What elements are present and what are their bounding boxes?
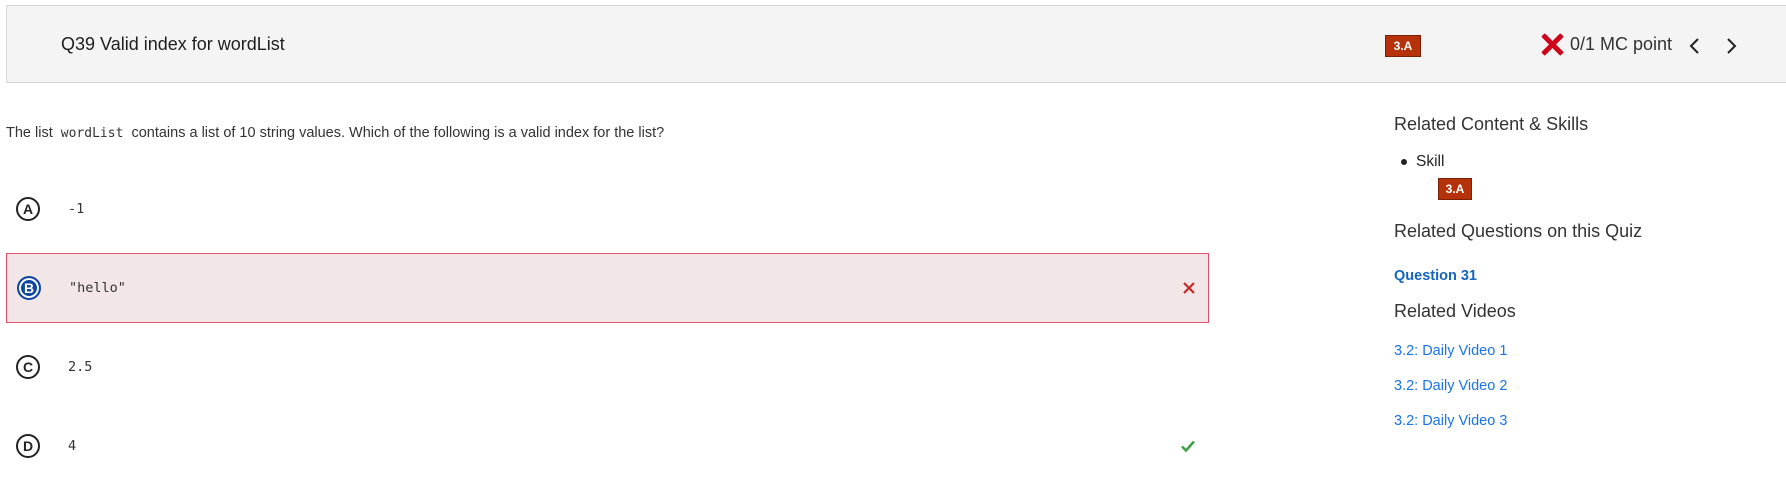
question-header: Q39 Valid index for wordList 3.A 0/1 MC …: [6, 5, 1786, 83]
answer-choice-c[interactable]: C 2.5: [6, 332, 1209, 402]
answer-choice-d[interactable]: D 4: [6, 411, 1209, 481]
video-link-2[interactable]: 3.2: Daily Video 2: [1394, 378, 1507, 394]
skill-badge: 3.A: [1385, 35, 1421, 57]
question-prefix: The list: [6, 125, 53, 141]
choice-value-b: "hello": [69, 280, 126, 296]
choice-value-a: -1: [68, 201, 85, 217]
choice-letter-d: D: [16, 434, 40, 458]
question-title: Q39 Valid index for wordList: [61, 34, 285, 54]
wrong-x-icon: [1180, 279, 1198, 297]
answer-choice-b[interactable]: B "hello": [6, 253, 1209, 323]
question-suffix: contains a list of 10 string values. Whi…: [131, 125, 665, 141]
correct-checkmark-icon: [1179, 437, 1197, 455]
skill-list-item: Skill: [1400, 153, 1445, 170]
answer-choice-a[interactable]: A -1: [6, 174, 1209, 244]
choice-letter-a: A: [16, 197, 40, 221]
related-questions-heading: Related Questions on this Quiz: [1394, 221, 1643, 241]
related-videos-heading: Related Videos: [1394, 301, 1516, 321]
video-link-3[interactable]: 3.2: Daily Video 3: [1394, 413, 1507, 429]
choice-value-c: 2.5: [68, 359, 93, 375]
video-link-1[interactable]: 3.2: Daily Video 1: [1394, 343, 1507, 359]
choice-value-d: 4: [68, 438, 77, 454]
previous-question-button[interactable]: [1685, 36, 1705, 56]
next-question-button[interactable]: [1721, 36, 1741, 56]
choice-letter-b: B: [17, 276, 41, 300]
choice-letter-c: C: [16, 355, 40, 379]
related-content-heading: Related Content & Skills: [1394, 114, 1589, 134]
chevron-right-icon: [1727, 38, 1737, 54]
score-display: 0/1 MC point: [1540, 32, 1672, 56]
chevron-left-icon: [1689, 38, 1699, 54]
question-text: The list wordList contains a list of 10 …: [6, 125, 664, 141]
score-text: 0/1 MC point: [1570, 33, 1673, 54]
related-question-link[interactable]: Question 31: [1394, 268, 1477, 284]
question-code: wordList: [60, 126, 124, 141]
incorrect-x-icon: [1540, 32, 1564, 56]
sidebar-skill-badge: 3.A: [1438, 178, 1472, 200]
